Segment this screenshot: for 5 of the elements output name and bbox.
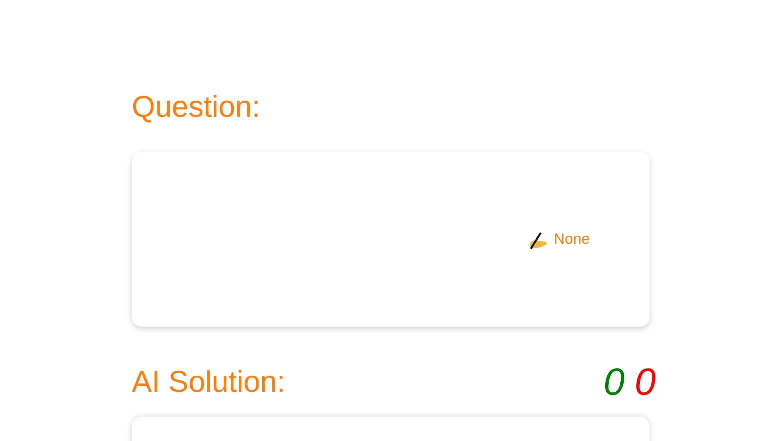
section-heading: AI Solution: [132,365,286,401]
score-count: 0 [634,363,656,403]
section-heading: Question: [132,90,262,126]
answer-text: None [554,231,590,248]
score-count: 0 [604,363,625,403]
